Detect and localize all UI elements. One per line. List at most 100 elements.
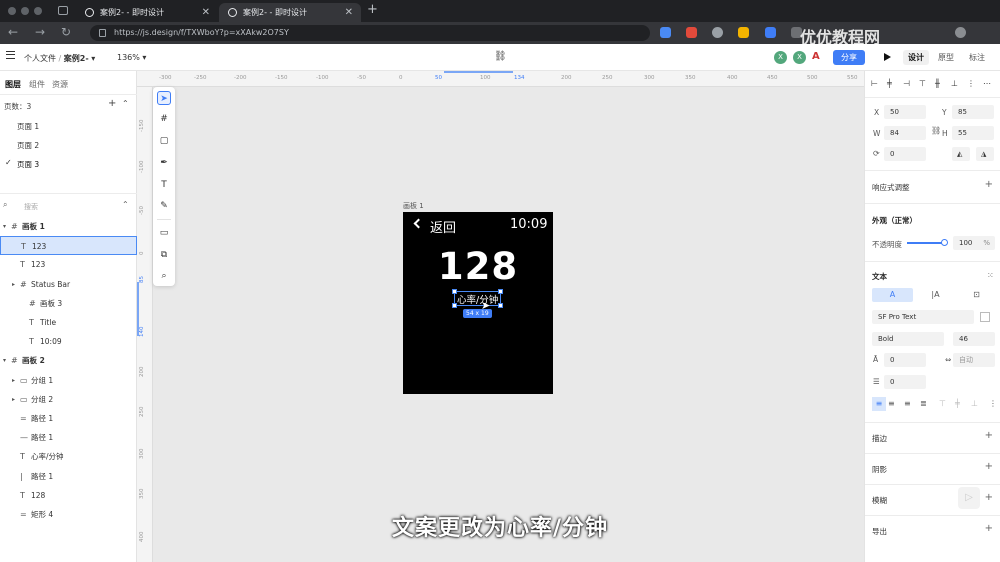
valign-bottom-icon[interactable]: ⊥ — [971, 397, 978, 411]
text-align-left-icon[interactable]: ≡ — [872, 397, 886, 411]
new-tab-icon[interactable]: + — [367, 2, 378, 17]
layer-search-input[interactable]: 搜索 — [24, 202, 38, 212]
tab-annotate[interactable]: 标注 — [964, 50, 990, 65]
layer-row[interactable]: T 128 — [0, 486, 137, 505]
letter-spacing-input[interactable]: 自动 — [953, 353, 995, 367]
align-left-icon[interactable]: ⊢ — [871, 79, 878, 88]
extension-blue-icon[interactable] — [765, 27, 776, 38]
layer-row[interactable]: T 123 — [0, 236, 137, 256]
layer-row[interactable]: ▸ # Status Bar — [0, 275, 137, 294]
layer-row[interactable]: — 路径 1 — [0, 428, 137, 447]
opacity-knob[interactable] — [941, 239, 948, 246]
layer-row[interactable]: # 画板 3 — [0, 294, 137, 313]
text-tool-icon[interactable]: T — [157, 178, 171, 192]
line-height-input[interactable]: 0 — [884, 353, 926, 367]
forward-arrow-icon[interactable]: → — [35, 25, 45, 39]
rotation-input[interactable]: 0 — [884, 147, 926, 161]
page-item-3[interactable]: 页面 3 — [17, 159, 39, 170]
text-style-grid-icon[interactable]: ⁙ — [987, 271, 994, 280]
collapse-icon[interactable]: ⌃ — [122, 99, 129, 108]
play-icon[interactable] — [884, 53, 891, 61]
font-family-select[interactable]: SF Pro Text — [872, 310, 974, 324]
pencil-tool-icon[interactable]: ✎ — [157, 199, 171, 213]
expand-caret-icon[interactable]: ▾ — [3, 351, 6, 370]
constrain-proportions-icon[interactable]: ⛓ — [931, 126, 941, 135]
reload-icon[interactable]: ↻ — [61, 25, 71, 39]
tab-prototype[interactable]: 原型 — [933, 50, 959, 65]
tab-close-icon[interactable]: ✕ — [202, 3, 210, 22]
extension-edge-icon[interactable] — [660, 27, 671, 38]
expand-icon[interactable]: ⌃ — [122, 200, 129, 209]
comment-tool-icon[interactable]: ▭ — [157, 226, 171, 240]
plugin-tool-icon[interactable]: ⧉ — [157, 248, 171, 262]
more-icon[interactable]: ⋯ — [983, 79, 991, 88]
page-item-2[interactable]: 页面 2 — [17, 140, 39, 151]
page-item-1[interactable]: 页面 1 — [17, 121, 39, 132]
address-bar[interactable]: https://js.design/f/TXWboY?p=xXAkw2O7SY — [90, 25, 650, 41]
chevron-down-icon[interactable]: ▾ — [91, 54, 95, 63]
window-minimize-dot[interactable] — [21, 7, 29, 15]
avatar[interactable]: X — [793, 51, 806, 64]
layer-row[interactable]: ▸ ▭ 分组 1 — [0, 371, 137, 390]
artboard-1[interactable]: 返回 10:09 128 心率/分钟 54 x 19 ➤ — [403, 212, 553, 394]
distribute-icon[interactable]: ⋮ — [967, 79, 975, 88]
expand-caret-icon[interactable]: ▾ — [3, 217, 6, 236]
selection-box[interactable]: 心率/分钟 — [452, 289, 503, 308]
y-input[interactable]: 85 — [952, 105, 994, 119]
layer-row[interactable]: ▾ # 画板 2 — [0, 351, 137, 370]
resize-handle[interactable] — [498, 303, 503, 308]
layer-row[interactable]: = 路径 1 — [0, 409, 137, 428]
tab-components[interactable]: 组件 — [29, 79, 45, 90]
text-auto-width-icon[interactable]: A — [872, 288, 913, 302]
paragraph-spacing-input[interactable]: 0 — [884, 375, 926, 389]
artboard-label[interactable]: 画板 1 — [403, 201, 424, 211]
add-shadow-icon[interactable]: + — [985, 461, 993, 472]
opacity-input[interactable]: 100 % — [953, 236, 995, 250]
text-align-right-icon[interactable]: ≡ — [904, 397, 911, 411]
add-stroke-icon[interactable]: + — [985, 430, 993, 441]
valign-top-icon[interactable]: ⊤ — [939, 397, 946, 411]
extension-grey-icon[interactable] — [712, 27, 723, 38]
align-bottom-icon[interactable]: ⊥ — [951, 79, 958, 88]
font-weight-select[interactable]: Bold — [872, 332, 944, 346]
align-right-icon[interactable]: ⊣ — [903, 79, 910, 88]
layer-row[interactable]: | 路径 1 — [0, 467, 137, 486]
extension-figma-icon[interactable] — [738, 27, 749, 38]
link-icon[interactable]: ⛓ — [494, 51, 507, 62]
browser-tab-2[interactable]: 案例2- - 即时设计 ✕ — [219, 3, 361, 22]
layer-row[interactable]: ▾ # 画板 1 — [0, 217, 137, 236]
browser-tab-1[interactable]: 案例2- - 即时设计 ✕ — [76, 3, 218, 22]
frame-tool-icon[interactable]: # — [157, 112, 171, 126]
expand-caret-icon[interactable]: ▸ — [12, 275, 15, 294]
expand-caret-icon[interactable]: ▸ — [12, 371, 15, 390]
text-fixed-size-icon[interactable]: ⊡ — [958, 288, 995, 302]
move-tool-icon[interactable]: ➤ — [157, 91, 171, 105]
add-responsive-icon[interactable]: + — [985, 179, 993, 190]
appearance-label[interactable]: 外观（正常） — [872, 215, 917, 226]
pen-tool-icon[interactable]: ✒ — [157, 156, 171, 170]
flip-horizontal-icon[interactable]: ◭ — [952, 147, 970, 161]
add-page-icon[interactable]: + — [108, 98, 116, 109]
tab-assets[interactable]: 资源 — [52, 79, 68, 90]
zoom-control[interactable]: 136% ▾ — [117, 53, 146, 62]
window-close-dot[interactable] — [8, 7, 16, 15]
expand-caret-icon[interactable]: ▸ — [12, 390, 15, 409]
extension-red-icon[interactable] — [686, 27, 697, 38]
font-check-icon[interactable]: A — [812, 51, 820, 62]
layer-row[interactable]: T 心率/分钟 — [0, 447, 137, 466]
window-zoom-dot[interactable] — [34, 7, 42, 15]
width-input[interactable]: 84 — [884, 126, 926, 140]
text-auto-height-icon[interactable]: |A — [915, 288, 956, 302]
opacity-slider[interactable] — [907, 239, 948, 246]
layer-row[interactable]: T Title — [0, 313, 137, 332]
menu-icon[interactable] — [6, 51, 15, 59]
tab-design[interactable]: 设计 — [903, 50, 929, 65]
profile-icon[interactable] — [955, 27, 966, 38]
height-input[interactable]: 55 — [952, 126, 994, 140]
layer-row[interactable]: T 10:09 — [0, 332, 137, 351]
more-text-options-icon[interactable]: ⋮ — [989, 397, 997, 411]
align-middle-icon[interactable]: ╫ — [935, 79, 940, 88]
tab-layers[interactable]: 图层 — [5, 79, 21, 90]
x-input[interactable]: 50 — [884, 105, 926, 119]
text-color-swatch[interactable] — [980, 312, 990, 322]
